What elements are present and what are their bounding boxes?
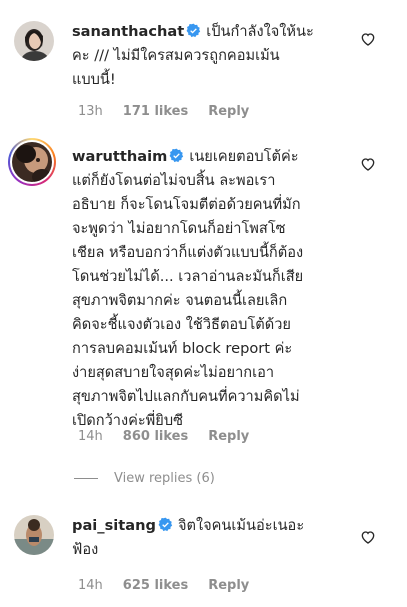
username[interactable]: pai_sitang: [72, 517, 156, 534]
comment-line: เป็นกำลังใจให้นะ: [206, 23, 314, 40]
comment-meta: 14h 625 likes Reply: [78, 577, 269, 595]
likes-count[interactable]: 625 likes: [123, 578, 188, 593]
comment-line: แต่ก็ยังโดนต่อไม่จบสิ้น ละพอเรา: [72, 172, 276, 189]
verified-badge-icon: [158, 517, 173, 532]
comment-line: แบบนี้!: [72, 71, 116, 88]
comment-line: ง่ายสุดสบายใจสุดค่ะไม่อยากเอา: [72, 364, 275, 381]
likes-count[interactable]: 171 likes: [123, 104, 188, 119]
reply-button[interactable]: Reply: [208, 104, 249, 119]
comment-line: จะพูดว่า ไม่อยากโดนก็อย่าโพสโซ: [72, 220, 286, 237]
timestamp: 14h: [78, 578, 103, 593]
comment-line: สุขภาพจิตมากค่ะ จนตอนนี้เลยเลิก: [72, 292, 288, 309]
heart-outline-icon[interactable]: [360, 529, 376, 545]
view-replies-label: View replies (6): [114, 471, 215, 486]
username[interactable]: warutthaim: [72, 148, 167, 165]
divider: [74, 478, 98, 479]
avatar[interactable]: [12, 142, 52, 182]
comment-line: คะ /// ไม่มีใครสมควรถูกคอมเม้น: [72, 47, 280, 64]
comment-sananthachat: sananthachat เป็นกำลังใจให้นะ คะ /// ไม่ม…: [0, 0, 407, 130]
comment-line: อธิบาย ก็จะโดนโจมตีต่อด้วยคนที่มัก: [72, 196, 301, 213]
avatar[interactable]: [14, 515, 54, 555]
view-replies-button[interactable]: View replies (6): [72, 470, 215, 488]
timestamp: 14h: [78, 429, 103, 444]
heart-outline-icon[interactable]: [360, 31, 376, 47]
comment-text: pai_sitang จิตใจคนเม้นอ่ะเนอะ ฟ้อง: [72, 514, 362, 562]
story-ring[interactable]: [8, 138, 56, 186]
comment-pai-sitang: pai_sitang จิตใจคนเม้นอ่ะเนอะ ฟ้อง 14h 625…: [0, 505, 407, 607]
comment-line: จิตใจคนเม้นอ่ะเนอะ: [177, 517, 305, 534]
timestamp: 13h: [78, 104, 103, 119]
comment-text: sananthachat เป็นกำลังใจให้นะ คะ /// ไม่ม…: [72, 20, 362, 92]
comment-warutthaim: warutthaim เนยเคยตอบโต้ค่ะ แต่ก็ยังโดนต่อ…: [0, 130, 407, 505]
username[interactable]: sananthachat: [72, 23, 184, 40]
reply-button[interactable]: Reply: [208, 578, 249, 593]
comment-meta: 14h 860 likes Reply: [78, 428, 269, 446]
comment-line: คิดจะชี้แจงตัวเอง ใช้วิธีตอบโต้ด้วย: [72, 316, 291, 333]
verified-badge-icon: [169, 148, 184, 163]
reply-button[interactable]: Reply: [208, 429, 249, 444]
comment-line: เชียล หรือบอกว่าก็แต่งตัวแบบนี้ก็ต้อง: [72, 244, 304, 261]
avatar[interactable]: [14, 21, 54, 61]
likes-count[interactable]: 860 likes: [123, 429, 188, 444]
comment-text: warutthaim เนยเคยตอบโต้ค่ะ แต่ก็ยังโดนต่อ…: [72, 145, 362, 433]
comment-line: การลบคอมเม้นท์ block report ค่ะ: [72, 340, 293, 357]
verified-badge-icon: [186, 23, 201, 38]
heart-outline-icon[interactable]: [360, 156, 376, 172]
comment-line: เนยเคยตอบโต้ค่ะ: [189, 148, 299, 165]
comment-line: สุขภาพจิตไปแลกกับคนที่ความคิดไม่: [72, 388, 300, 405]
comment-meta: 13h 171 likes Reply: [78, 103, 269, 121]
comment-line: โดนช่วยไม่ได้... เวลาอ่านละมันก็เสีย: [72, 268, 304, 285]
comment-line: ฟ้อง: [72, 541, 99, 558]
